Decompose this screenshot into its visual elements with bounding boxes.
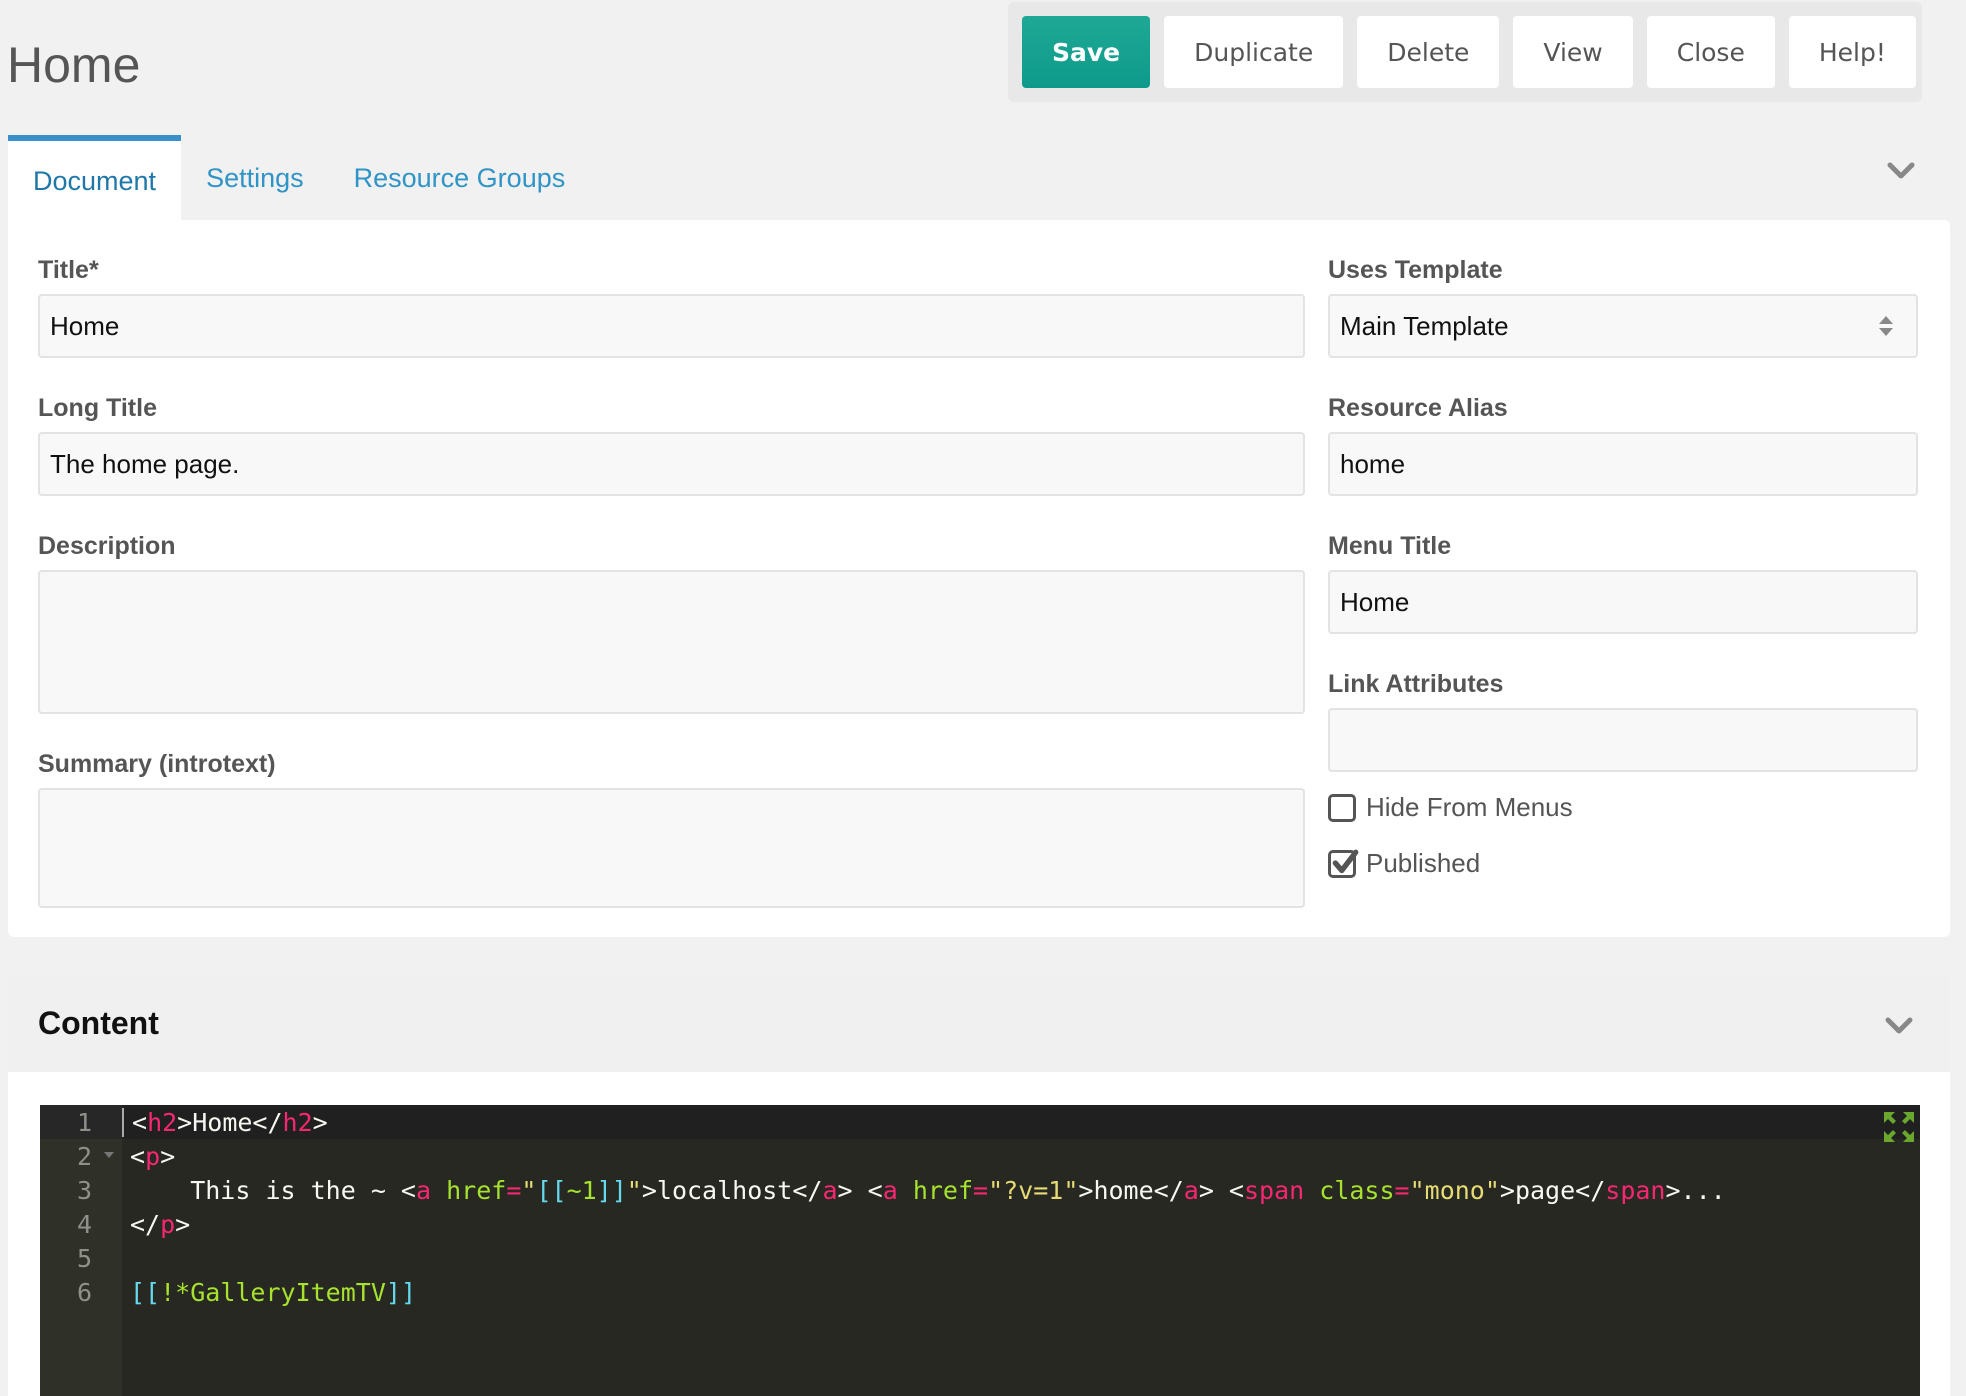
checkmark-icon (1332, 849, 1359, 873)
code-line-text: <h2>Home</h2> (122, 1107, 328, 1137)
line-number: 1 (40, 1105, 122, 1139)
description-textarea[interactable] (38, 570, 1305, 714)
alias-input[interactable]: home (1328, 432, 1918, 496)
code-line: 6 [[!*GalleryItemTV]] (40, 1275, 1920, 1309)
summary-label: Summary (introtext) (38, 750, 276, 778)
long-title-input[interactable]: The home page. (38, 432, 1305, 496)
document-card: Title* Home Long Title The home page. De… (8, 220, 1950, 937)
title-input[interactable]: Home (38, 294, 1305, 358)
line-number: 2 (40, 1139, 122, 1173)
close-button[interactable]: Close (1646, 16, 1775, 88)
code-punct: >Home</ (177, 1107, 283, 1137)
tab-document[interactable]: Document (8, 135, 182, 221)
code-line: 3 This is the ~ <a href="[[~1]]">localho… (40, 1173, 1920, 1207)
published-label: Published (1366, 848, 1481, 878)
help-button[interactable]: Help! (1788, 16, 1916, 88)
tab-bar: Document Settings Resource Groups (8, 135, 590, 221)
code-editor[interactable]: 1 <h2>Home</h2> 2 <p> 3 This is the ~ <a… (40, 1105, 1920, 1396)
summary-textarea[interactable] (38, 788, 1305, 908)
link-attributes-input[interactable] (1328, 708, 1918, 772)
line-number: 3 (76, 1175, 92, 1205)
view-button[interactable]: View (1513, 16, 1633, 88)
code-line-text: <p> (130, 1141, 176, 1171)
title-label: Title* (38, 256, 99, 284)
alias-label: Resource Alias (1328, 394, 1508, 422)
published-checkbox-row[interactable]: Published (1328, 848, 1480, 879)
long-title-label: Long Title (38, 394, 157, 422)
save-button[interactable]: Save (1022, 16, 1151, 88)
template-select[interactable]: Main Template (1328, 294, 1918, 358)
code-line-text: [[!*GalleryItemTV]] (130, 1277, 416, 1307)
tab-resource-groups[interactable]: Resource Groups (329, 135, 591, 221)
template-label: Uses Template (1328, 256, 1503, 284)
line-number-text: 2 (76, 1141, 92, 1171)
code-line-text: </p> (130, 1209, 191, 1239)
code-line: 1 <h2>Home</h2> (40, 1105, 1920, 1139)
code-punct: < (132, 1107, 148, 1137)
published-checkbox[interactable] (1328, 849, 1359, 878)
template-select-value: Main Template (1340, 310, 1509, 341)
hide-from-menus-checkbox[interactable] (1328, 793, 1356, 822)
resource-editor-page: Home Save Duplicate Delete View Close He… (0, 0, 1966, 1396)
chevron-down-icon[interactable] (1884, 1015, 1914, 1037)
code-tag: h2 (282, 1107, 313, 1137)
select-arrows-icon (1879, 316, 1893, 336)
menu-title-label: Menu Title (1328, 532, 1452, 560)
action-toolbar: Save Duplicate Delete View Close Help! (1008, 2, 1922, 102)
code-tag: h2 (147, 1107, 178, 1137)
fullscreen-expand-icon[interactable] (1882, 1110, 1916, 1144)
line-number: 4 (76, 1209, 92, 1239)
chevron-down-icon[interactable] (1886, 160, 1916, 182)
code-line-text: This is the ~ <a href="[[~1]]">localhost… (130, 1175, 1726, 1205)
code-line: 4 </p> (40, 1207, 1920, 1241)
content-panel: Content 1 <h2>Home</h2> 2 <p> 3 This is … (8, 975, 1950, 1396)
content-panel-header[interactable]: Content (8, 975, 1950, 1072)
code-line: 2 <p> (40, 1139, 1920, 1173)
code-punct: > (312, 1107, 328, 1137)
hide-from-menus-label: Hide From Menus (1366, 792, 1573, 822)
content-title: Content (38, 1005, 159, 1041)
code-line: 5 (40, 1241, 1920, 1275)
tab-settings[interactable]: Settings (181, 135, 329, 221)
menu-title-input[interactable]: Home (1328, 570, 1918, 634)
delete-button[interactable]: Delete (1357, 16, 1500, 88)
description-label: Description (38, 532, 176, 560)
page-title: Home (7, 37, 141, 93)
line-number: 6 (76, 1277, 92, 1307)
link-attributes-label: Link Attributes (1328, 670, 1504, 698)
hide-from-menus-checkbox-row[interactable]: Hide From Menus (1328, 792, 1573, 823)
duplicate-button[interactable]: Duplicate (1164, 16, 1344, 88)
fold-arrow-icon[interactable] (104, 1152, 114, 1158)
line-number: 5 (76, 1243, 92, 1273)
